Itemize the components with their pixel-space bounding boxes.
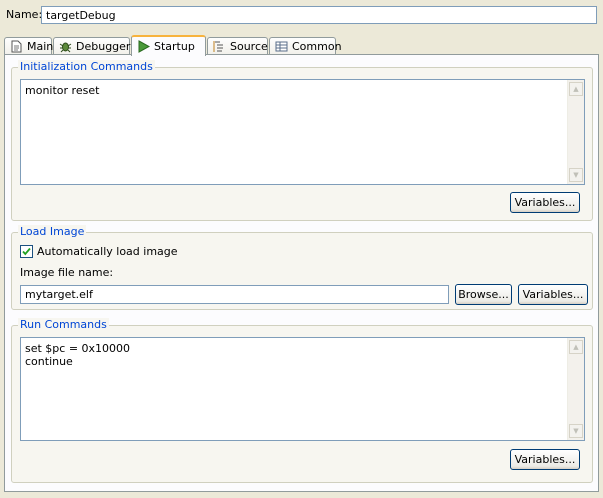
- scroll-up-icon[interactable]: ▲: [569, 340, 583, 354]
- tab-common[interactable]: Common: [269, 37, 342, 55]
- init-commands-text: monitor reset: [25, 84, 100, 97]
- tab-source-label: Source: [230, 40, 268, 53]
- init-commands-textarea[interactable]: monitor reset ▲ ▼: [20, 79, 585, 185]
- tab-source[interactable]: Source: [207, 37, 268, 55]
- name-label: Name:: [6, 8, 43, 21]
- init-commands-scrollbar[interactable]: ▲ ▼: [567, 80, 584, 184]
- init-commands-group: Initialization Commands monitor reset ▲ …: [11, 60, 593, 221]
- scroll-down-icon[interactable]: ▼: [569, 424, 583, 438]
- load-image-title: Load Image: [18, 225, 87, 238]
- load-variables-button[interactable]: Variables...: [518, 284, 588, 305]
- tab-debugger[interactable]: Debugger: [53, 37, 130, 55]
- tab-main[interactable]: Main: [4, 37, 54, 55]
- run-commands-textarea[interactable]: set $pc = 0x10000 continue ▲ ▼: [20, 337, 585, 441]
- source-icon: [213, 40, 226, 53]
- tab-main-label: Main: [27, 40, 54, 53]
- page-icon: [10, 40, 23, 53]
- tab-startup[interactable]: Startup: [131, 35, 206, 56]
- run-commands-title: Run Commands: [18, 318, 109, 331]
- auto-load-label: Automatically load image: [37, 245, 178, 258]
- startup-panel: Initialization Commands monitor reset ▲ …: [4, 54, 599, 492]
- run-commands-scrollbar[interactable]: ▲ ▼: [567, 338, 584, 440]
- checkmark-icon: [22, 247, 31, 256]
- scroll-up-icon[interactable]: ▲: [569, 82, 583, 96]
- tab-common-label: Common: [292, 40, 342, 53]
- tab-startup-label: Startup: [154, 40, 195, 53]
- play-icon: [137, 40, 151, 53]
- load-image-group: Load Image Automatically load image Imag…: [11, 225, 593, 310]
- scroll-down-icon[interactable]: ▼: [569, 168, 583, 182]
- table-icon: [275, 40, 288, 53]
- auto-load-checkbox[interactable]: [20, 245, 33, 258]
- tab-debugger-label: Debugger: [76, 40, 131, 53]
- bug-icon: [59, 40, 72, 53]
- init-variables-button[interactable]: Variables...: [510, 192, 580, 213]
- run-commands-text: set $pc = 0x10000 continue: [25, 342, 131, 368]
- init-commands-title: Initialization Commands: [18, 60, 155, 73]
- name-input[interactable]: [41, 6, 597, 24]
- browse-button[interactable]: Browse...: [455, 284, 512, 305]
- image-file-label: Image file name:: [20, 266, 114, 279]
- image-file-input[interactable]: mytarget.elf: [20, 285, 449, 304]
- run-variables-button[interactable]: Variables...: [510, 449, 580, 470]
- image-file-value: mytarget.elf: [25, 288, 93, 301]
- run-commands-group: Run Commands set $pc = 0x10000 continue …: [11, 318, 593, 483]
